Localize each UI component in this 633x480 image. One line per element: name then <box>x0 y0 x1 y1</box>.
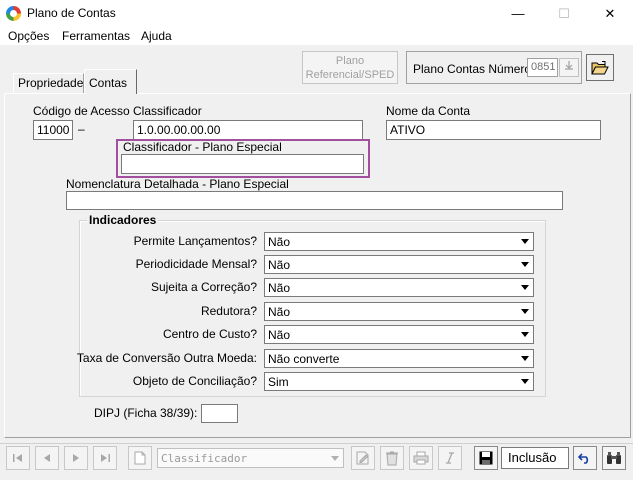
dipj-label: DIPJ (Ficha 38/39): <box>94 406 198 420</box>
next-record-icon <box>73 454 79 462</box>
dropdown-arrow-icon[interactable] <box>517 304 532 319</box>
tab-contas[interactable]: Contas <box>84 69 137 94</box>
dipj-input[interactable] <box>201 404 238 423</box>
menu-ferramentas[interactable]: Ferramentas <box>62 29 130 43</box>
search-field-value: Classificador <box>161 452 248 465</box>
previous-record-icon <box>44 454 50 462</box>
edit-doc-icon <box>356 451 369 465</box>
undo-icon <box>578 453 589 464</box>
window-title: Plano de Contas <box>27 6 116 20</box>
periodicidade-mensal-label: Periodicidade Mensal? <box>135 257 257 271</box>
new-document-button[interactable] <box>128 446 152 470</box>
dropdown-arrow-icon[interactable] <box>517 234 532 249</box>
classificador-input[interactable]: 1.0.00.00.00.00 <box>133 120 363 140</box>
dropdown-arrow-icon[interactable] <box>328 450 342 466</box>
search-field-combo[interactable]: Classificador <box>157 448 344 468</box>
dropdown-arrow-icon[interactable] <box>517 351 532 366</box>
dropdown-arrow-icon[interactable] <box>517 374 532 389</box>
nome-conta-input[interactable]: ATIVO <box>386 120 601 140</box>
taxa-conversao-value: Não converte <box>268 352 340 366</box>
centro-custo-value: Não <box>268 328 291 342</box>
sujeita-correcao-select[interactable]: Não <box>264 278 534 297</box>
plano-referencial-line1: Plano <box>335 55 365 67</box>
dropdown-arrow-icon[interactable] <box>517 280 532 295</box>
menu-ajuda[interactable]: Ajuda <box>141 29 172 43</box>
status-mode: Inclusão <box>501 447 569 469</box>
plano-contas-numero-label: Plano Contas Número <box>413 62 532 76</box>
objeto-conciliacao-value: Sim <box>268 375 289 389</box>
arrow-down-icon <box>565 61 573 70</box>
next-record-button[interactable] <box>64 446 88 470</box>
save-button[interactable] <box>474 446 498 470</box>
centro-custo-select[interactable]: Não <box>264 325 534 344</box>
tab-propriedades[interactable]: Propriedades <box>13 73 89 93</box>
plano-referencial-button[interactable]: Plano Referencial/SPED <box>302 51 398 84</box>
first-record-icon <box>13 454 22 462</box>
codigo-acesso-input[interactable]: 11000 <box>33 120 73 140</box>
folder-open-icon <box>591 60 609 74</box>
indicadores-title: Indicadores <box>87 213 159 227</box>
italic-icon <box>446 452 454 464</box>
classificador-especial-input[interactable] <box>121 154 364 174</box>
plano-contas-spin-button[interactable] <box>559 58 579 77</box>
nome-conta-label: Nome da Conta <box>386 104 471 118</box>
nomenclatura-label: Nomenclatura Detalhada - Plano Especial <box>66 177 289 191</box>
codigo-acesso-label: Código de Acesso <box>33 104 130 118</box>
taxa-conversao-select[interactable]: Não converte <box>264 349 534 368</box>
last-record-button[interactable] <box>93 446 117 470</box>
minimize-button[interactable]: — <box>495 0 541 27</box>
redutora-value: Não <box>268 305 291 319</box>
periodicidade-mensal-select[interactable]: Não <box>264 255 534 274</box>
permite-lancamentos-select[interactable]: Não <box>264 232 534 251</box>
dropdown-arrow-icon[interactable] <box>517 257 532 272</box>
objeto-conciliacao-label: Objeto de Conciliação? <box>132 374 257 388</box>
print-button[interactable] <box>409 446 433 470</box>
binoculars-icon <box>607 452 621 464</box>
previous-record-button[interactable] <box>35 446 59 470</box>
trash-icon <box>386 451 398 466</box>
printer-icon <box>413 451 429 465</box>
centro-custo-label: Centro de Custo? <box>162 327 257 341</box>
delete-button[interactable] <box>380 446 404 470</box>
plano-referencial-line2: Referencial/SPED <box>305 69 395 81</box>
close-button[interactable]: ✕ <box>587 0 633 27</box>
nomenclatura-input[interactable] <box>66 191 563 210</box>
permite-lancamentos-label: Permite Lançamentos? <box>133 234 257 248</box>
app-icon <box>6 6 21 21</box>
save-icon <box>479 451 493 465</box>
sujeita-correcao-value: Não <box>268 281 291 295</box>
new-document-icon <box>134 451 146 465</box>
maximize-button[interactable]: ☐ <box>541 0 587 27</box>
redutora-select[interactable]: Não <box>264 302 534 321</box>
codigo-dash: – <box>78 122 85 136</box>
taxa-conversao-label: Taxa de Conversão Outra Moeda: <box>76 351 257 365</box>
objeto-conciliacao-select[interactable]: Sim <box>264 372 534 391</box>
last-record-icon <box>101 454 110 462</box>
search-button[interactable] <box>602 446 626 470</box>
permite-lancamentos-value: Não <box>268 235 291 249</box>
italic-button[interactable] <box>438 446 462 470</box>
dropdown-arrow-icon[interactable] <box>517 327 532 342</box>
classificador-label: Classificador <box>133 104 202 118</box>
sujeita-correcao-label: Sujeita a Correção? <box>150 280 257 294</box>
menu-opcoes[interactable]: Opções <box>8 29 49 43</box>
edit-button[interactable] <box>351 446 375 470</box>
undo-button[interactable] <box>573 446 597 470</box>
plano-contas-numero-input[interactable]: 0851 <box>527 58 558 77</box>
first-record-button[interactable] <box>6 446 30 470</box>
open-folder-button[interactable] <box>586 54 614 81</box>
classificador-especial-label: Classificador - Plano Especial <box>123 140 282 154</box>
periodicidade-mensal-value: Não <box>268 258 291 272</box>
redutora-label: Redutora? <box>200 304 257 318</box>
